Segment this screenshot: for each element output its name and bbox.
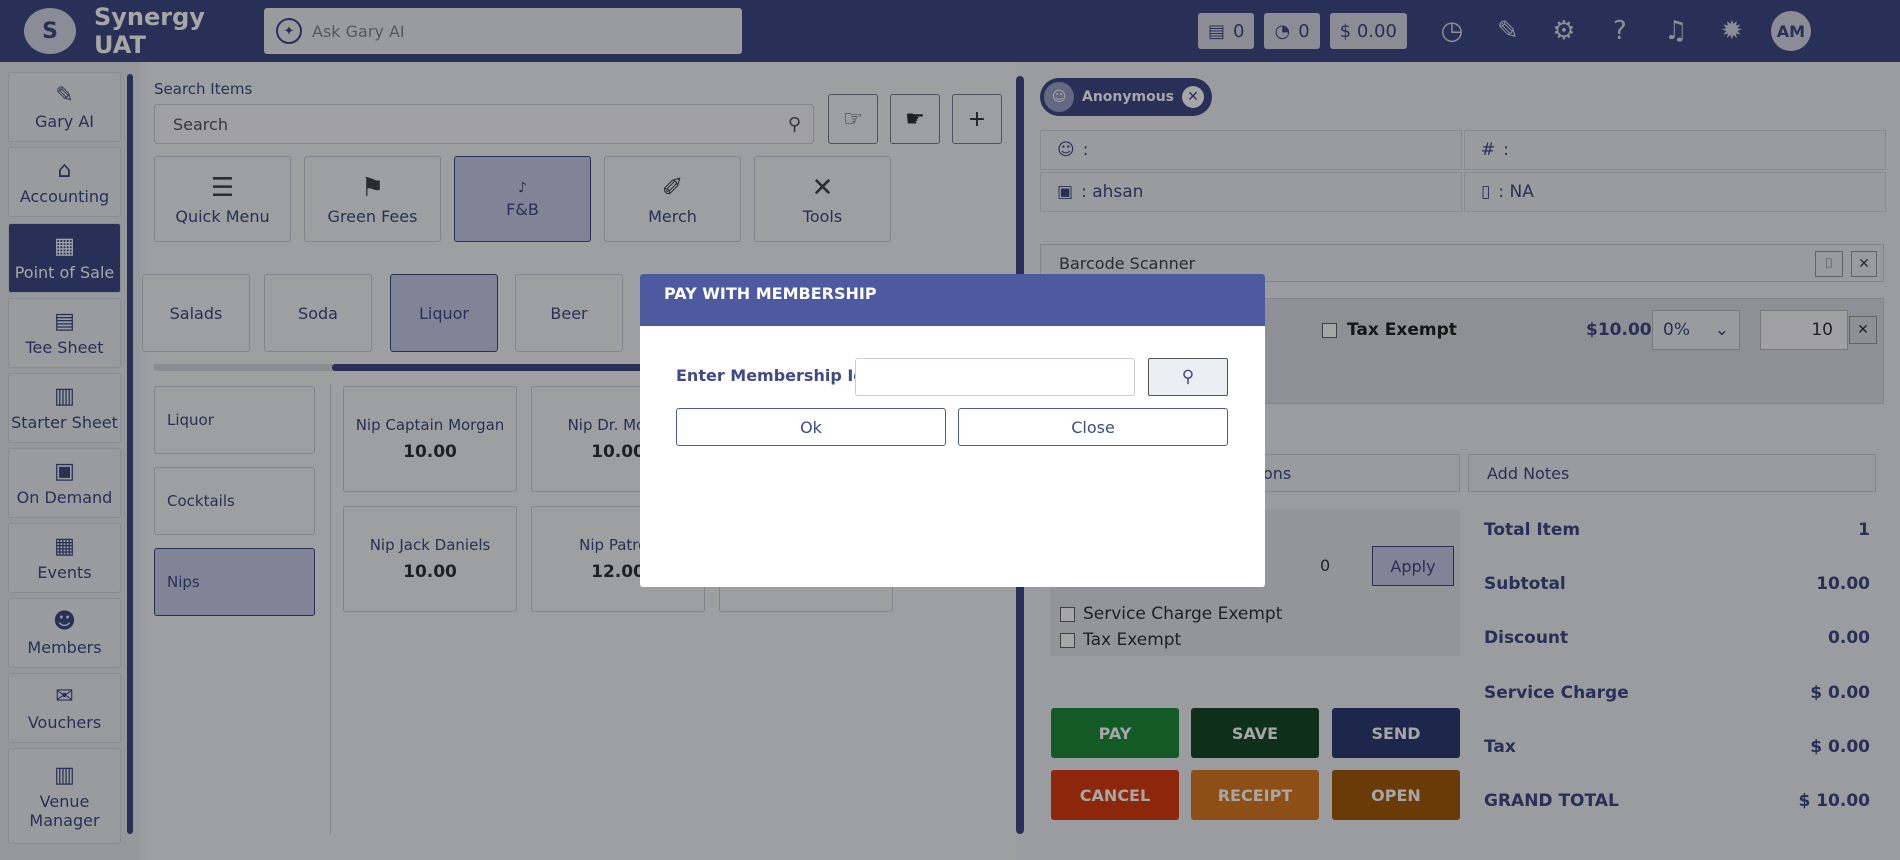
membership-id-input[interactable] [855,358,1135,396]
pay-with-membership-dialog: PAY WITH MEMBERSHIP Enter Membership Id … [640,274,1265,587]
membership-search-button[interactable]: ⚲ [1148,358,1228,396]
search-icon: ⚲ [1181,367,1195,387]
membership-id-label: Enter Membership Id [676,366,865,385]
dialog-title: PAY WITH MEMBERSHIP [640,274,1265,326]
ok-button[interactable]: Ok [676,408,946,446]
close-button[interactable]: Close [958,408,1228,446]
ok-label: Ok [800,417,822,437]
close-label: Close [1071,417,1115,437]
